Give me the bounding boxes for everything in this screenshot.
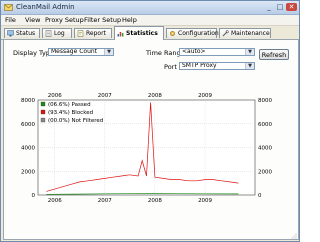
- menu-filter-setup[interactable]: Filter Setup: [84, 16, 121, 24]
- window-title: CleanMail Admin: [16, 3, 75, 11]
- port-select[interactable]: SMTP Proxy ▼: [179, 62, 255, 70]
- x-tick-bottom: 2006: [48, 198, 62, 204]
- title-bar: CleanMail Admin _ □ ✕: [1, 1, 299, 15]
- log-icon: [45, 30, 52, 37]
- x-tick-bottom: 2008: [148, 198, 162, 204]
- menu-help[interactable]: Help: [122, 16, 137, 24]
- legend-entry: (06.6%) Passed: [48, 102, 91, 108]
- statistics-panel: 0 0 2000 2000 4000 4000 6000 6000 8000 8000 2006 20…: [3, 40, 299, 240]
- time-range-select[interactable]: <auto> ▼: [179, 48, 255, 56]
- y-tick-left: 2000: [21, 169, 35, 175]
- configuration-icon: [170, 31, 175, 36]
- port-label: Port: [164, 63, 177, 71]
- x-tick-top: 2007: [98, 93, 112, 99]
- legend-entry: (00.0%) Not Filtered: [48, 118, 103, 124]
- menu-proxy-setup[interactable]: Proxy Setup: [45, 16, 84, 24]
- close-button[interactable]: ✕: [286, 3, 297, 11]
- legend-entry: (93.4%) Blocked: [48, 110, 93, 116]
- minimize-button[interactable]: _: [264, 3, 274, 11]
- tab-report[interactable]: Report: [74, 28, 112, 38]
- resize-grip-icon[interactable]: [291, 233, 297, 239]
- x-tick-top: 2008: [148, 93, 162, 99]
- tab-maintenance[interactable]: Maintenance: [219, 28, 271, 38]
- tab-log[interactable]: Log: [42, 28, 72, 38]
- app-logo-icon: [4, 4, 13, 11]
- y-tick-right: 8000: [258, 98, 272, 104]
- tab-configuration[interactable]: Configuration: [166, 28, 219, 38]
- y-tick-left: 4000: [21, 146, 35, 152]
- tab-status[interactable]: Status: [4, 28, 40, 38]
- x-tick-top: 2006: [48, 93, 62, 99]
- report-icon: [77, 30, 84, 37]
- legend-swatch: [40, 117, 46, 123]
- menu-bar: File View Proxy Setup Filter Setup Help: [1, 15, 299, 26]
- statistics-icon: [117, 32, 124, 37]
- x-tick-bottom: 2009: [198, 198, 212, 204]
- tab-strip: Status Log Report Statistics Configurati…: [1, 26, 299, 40]
- refresh-button[interactable]: Refresh: [259, 49, 289, 60]
- tab-statistics[interactable]: Statistics: [114, 26, 164, 40]
- menu-file[interactable]: File: [5, 16, 16, 24]
- legend-swatch: [40, 109, 46, 115]
- app-window: CleanMail Admin _ □ ✕ File View Proxy Se…: [0, 0, 300, 242]
- maximize-button[interactable]: □: [275, 3, 285, 11]
- x-tick-top: 2009: [198, 93, 212, 99]
- y-tick-left: 8000: [21, 98, 35, 104]
- y-tick-left: 0: [32, 193, 36, 199]
- display-type-select[interactable]: Message Count ▼: [48, 48, 114, 56]
- y-tick-right: 6000: [258, 122, 272, 128]
- chevron-down-icon: ▼: [104, 49, 113, 55]
- menu-view[interactable]: View: [25, 16, 40, 24]
- legend-swatch: [40, 101, 46, 107]
- y-tick-right: 4000: [258, 146, 272, 152]
- y-tick-right: 0: [258, 193, 262, 199]
- chevron-down-icon: ▼: [245, 63, 254, 69]
- x-tick-bottom: 2007: [98, 198, 112, 204]
- y-tick-right: 2000: [258, 169, 272, 175]
- chevron-down-icon: ▼: [245, 49, 254, 55]
- maintenance-icon: [222, 30, 229, 37]
- y-tick-left: 6000: [21, 122, 35, 128]
- monitor-icon: [7, 30, 14, 37]
